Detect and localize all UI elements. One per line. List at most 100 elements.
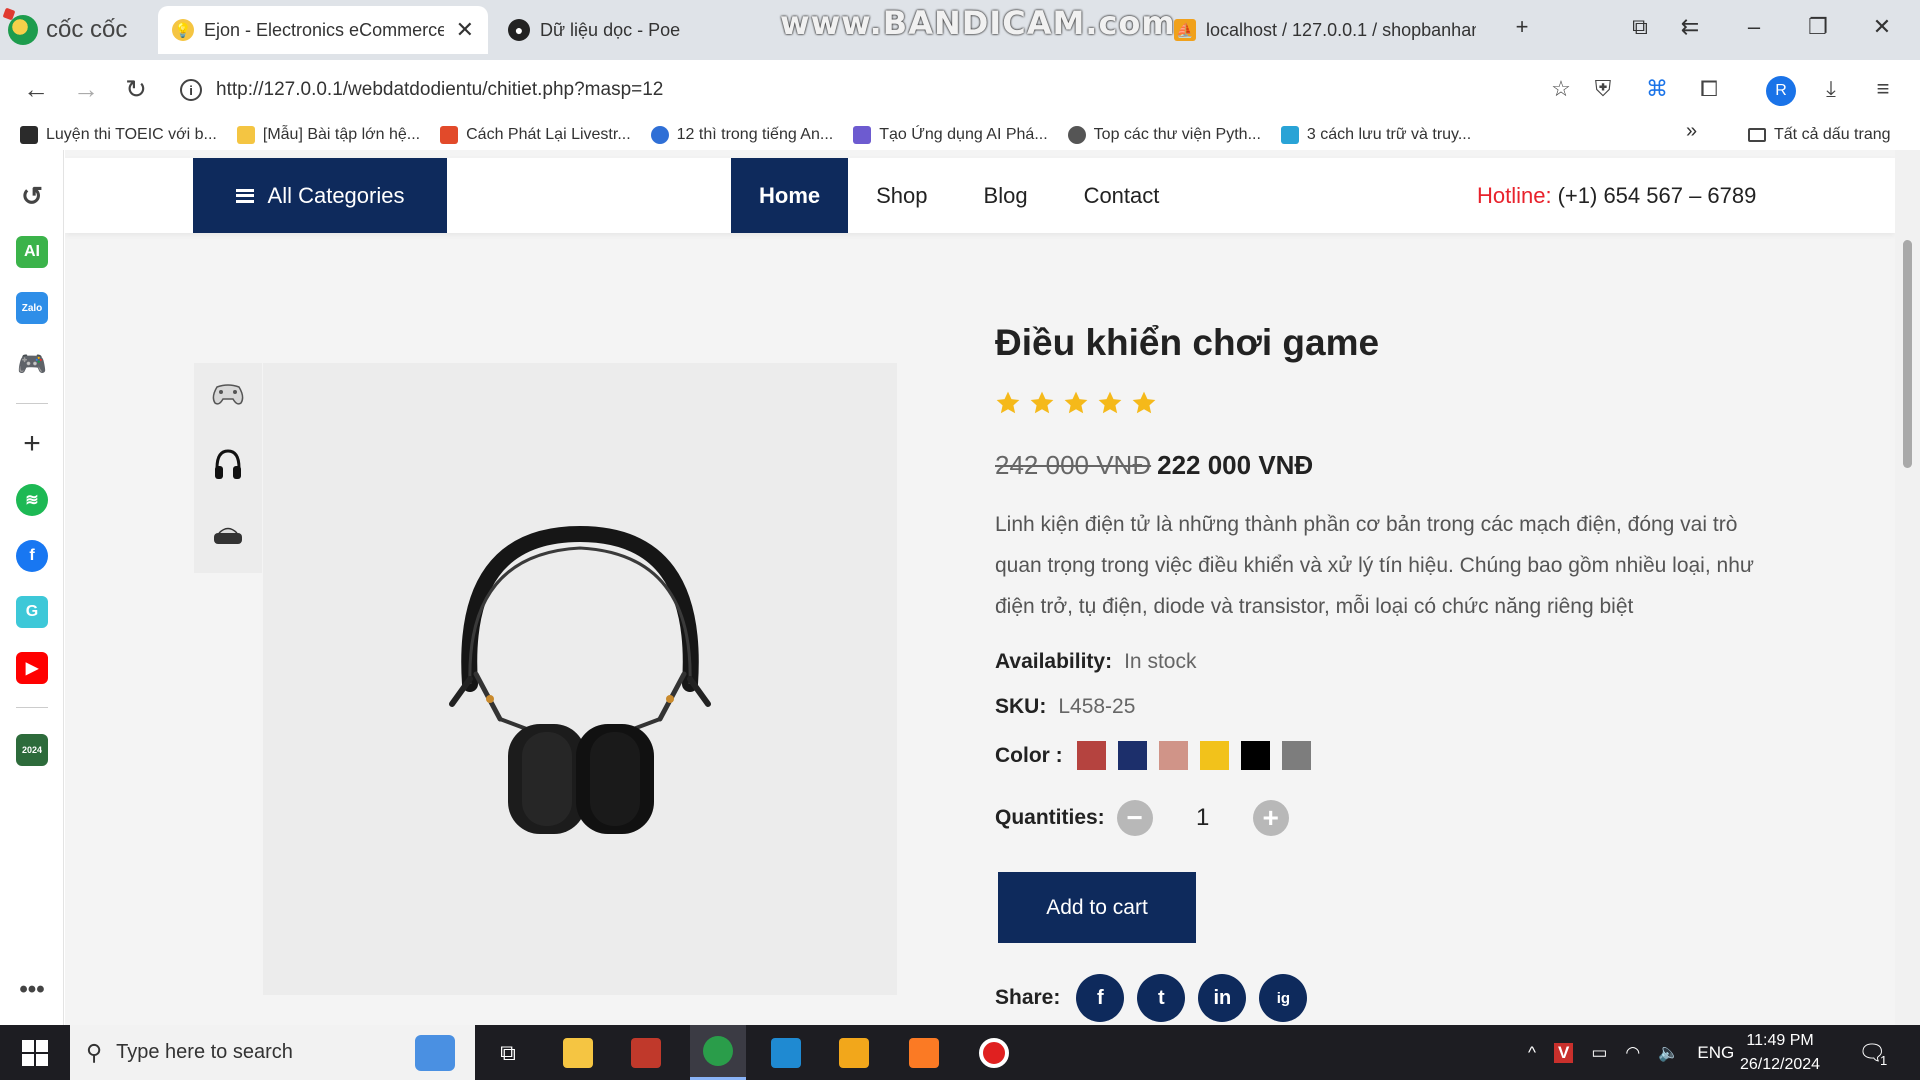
taskbar-search[interactable]: ⚲ Type here to search: [70, 1025, 475, 1080]
menu-icon[interactable]: ≡: [1868, 76, 1898, 102]
shield-icon[interactable]: ⛨: [1588, 76, 1618, 102]
decrease-quantity-button[interactable]: −: [1116, 800, 1153, 836]
history-icon[interactable]: ↺: [16, 180, 48, 212]
spotify-icon[interactable]: ≋: [16, 484, 48, 516]
coccoc-2024-icon[interactable]: 2024: [16, 734, 48, 766]
bookmark-item[interactable]: Luyện thi TOEIC với b...: [20, 126, 217, 144]
browser-brand[interactable]: cốc cốc: [8, 10, 127, 50]
battery-icon[interactable]: ▭: [1591, 1043, 1607, 1063]
microsoft-store-icon[interactable]: [826, 1025, 882, 1080]
app-red-icon[interactable]: [618, 1025, 674, 1080]
bookmark-icon: [650, 126, 669, 144]
scrollbar-thumb[interactable]: [1903, 240, 1912, 468]
bookmark-item[interactable]: Cách Phát Lại Livestr...: [440, 126, 631, 144]
notification-center-icon[interactable]: 🗨 1: [1858, 1025, 1887, 1080]
back-arrows-icon[interactable]: ⇇: [1674, 14, 1706, 40]
add-sidebar-app-icon[interactable]: +: [16, 427, 48, 460]
volume-icon[interactable]: 🔈: [1658, 1043, 1679, 1063]
download-icon[interactable]: ⤓: [1816, 76, 1846, 102]
color-swatch[interactable]: [1281, 741, 1311, 770]
sku-label: SKU:: [995, 695, 1047, 718]
all-bookmarks[interactable]: Tất cả dấu trang: [1748, 120, 1891, 150]
zalo-icon[interactable]: Zalo: [16, 292, 48, 324]
color-label: Color :: [995, 743, 1063, 767]
clock-time: 11:49 PM: [1746, 1032, 1814, 1049]
url-text[interactable]: http://127.0.0.1/webdatdodientu/chitiet.…: [216, 79, 663, 101]
color-swatch[interactable]: [1076, 741, 1106, 770]
browser-brand-name: cốc cốc: [46, 16, 128, 43]
close-tab-icon[interactable]: ✕: [456, 17, 474, 43]
reload-icon[interactable]: ↻: [120, 74, 152, 105]
bookmark-item[interactable]: [Mẫu] Bài tập lớn hệ...: [236, 126, 420, 144]
color-swatch[interactable]: [1117, 741, 1147, 770]
facebook-share-icon[interactable]: f: [1076, 974, 1125, 1022]
twitter-share-icon[interactable]: t: [1137, 974, 1186, 1022]
add-to-cart-button[interactable]: Add to cart: [998, 872, 1196, 943]
task-view-icon[interactable]: ⧉: [480, 1025, 536, 1080]
ai-assistant-icon[interactable]: AI: [16, 236, 48, 268]
close-window-icon[interactable]: ✕: [1866, 14, 1898, 40]
linkedin-share-icon[interactable]: in: [1198, 974, 1247, 1022]
tab-poe[interactable]: ● Dữ liệu dọc - Poe: [494, 6, 754, 54]
availability-row: Availability: In stock: [995, 650, 1196, 674]
vivaldi-tray-icon[interactable]: V: [1553, 1042, 1574, 1063]
xampp-icon[interactable]: [896, 1025, 952, 1080]
color-swatch[interactable]: [1158, 741, 1188, 770]
bookmark-star-icon[interactable]: ☆: [1546, 76, 1576, 102]
translate-icon[interactable]: ⌘: [1642, 76, 1672, 102]
quantity-row: Quantities: − 1 +: [995, 800, 1289, 836]
product-main-image[interactable]: [263, 363, 897, 995]
youtube-icon[interactable]: ▶: [16, 652, 48, 684]
wifi-icon[interactable]: ◠: [1625, 1043, 1640, 1063]
vr-headset-thumbnail[interactable]: [202, 509, 254, 561]
forward-icon[interactable]: →: [70, 74, 102, 105]
bookmark-item[interactable]: Top các thư viện Pyth...: [1067, 126, 1261, 144]
quantity-label: Quantities:: [995, 806, 1105, 829]
file-explorer-icon[interactable]: [550, 1025, 606, 1080]
restore-icon[interactable]: ❐: [1802, 14, 1834, 40]
tab-ejon[interactable]: 💡 Ejon - Electronics eCommerce ✕: [158, 6, 488, 54]
bookmark-icon: [20, 126, 38, 144]
url-bar[interactable]: i http://127.0.0.1/webdatdodientu/chitie…: [180, 70, 1630, 110]
instagram-share-icon[interactable]: ig: [1259, 974, 1308, 1022]
nav-contact[interactable]: Contact: [1056, 158, 1188, 233]
increase-quantity-button[interactable]: +: [1252, 800, 1289, 836]
site-info-icon[interactable]: i: [180, 79, 202, 101]
quantity-value[interactable]: 1: [1165, 804, 1241, 832]
bandicam-record-icon[interactable]: [966, 1025, 1022, 1080]
tray-overflow-icon[interactable]: ^: [1528, 1043, 1536, 1063]
bookmark-item[interactable]: 12 thì trong tiếng An...: [650, 126, 833, 144]
headphone-thumbnail[interactable]: [202, 439, 254, 491]
color-row: Color :: [995, 741, 1311, 770]
tab-search-icon[interactable]: ⧉: [1624, 14, 1656, 40]
star-icon: [1030, 391, 1054, 414]
nav-blog[interactable]: Blog: [956, 158, 1056, 233]
bookmark-item[interactable]: 3 cách lưu trữ và truy...: [1280, 126, 1471, 144]
new-tab-icon[interactable]: +: [1506, 14, 1538, 40]
page-scrollbar[interactable]: [1895, 150, 1920, 1025]
hotline-number[interactable]: (+1) 654 567 – 6789: [1558, 183, 1757, 209]
nav-home[interactable]: Home: [731, 158, 849, 233]
game-controller-icon[interactable]: 🎮: [16, 348, 48, 380]
language-indicator[interactable]: ENG: [1697, 1043, 1734, 1063]
profile-avatar[interactable]: R: [1766, 76, 1796, 106]
facebook-icon[interactable]: f: [16, 540, 48, 572]
coccoc-taskbar-icon[interactable]: [690, 1025, 746, 1080]
color-swatch[interactable]: [1199, 741, 1229, 770]
grammarly-icon[interactable]: G: [16, 596, 48, 628]
gamepad-thumbnail[interactable]: [202, 369, 254, 421]
minimize-icon[interactable]: –: [1738, 14, 1770, 40]
bookmark-item[interactable]: Tạo Ứng dụng AI Phá...: [853, 126, 1048, 144]
color-swatch[interactable]: [1240, 741, 1270, 770]
back-icon[interactable]: ←: [20, 74, 52, 105]
all-categories-button[interactable]: All Categories: [193, 158, 447, 233]
taskbar-clock[interactable]: 11:49 PM 26/12/2024: [1740, 1029, 1820, 1077]
bookmarks-overflow-icon[interactable]: »: [1686, 120, 1697, 143]
extensions-icon[interactable]: ⧠: [1694, 76, 1724, 102]
windows-start-icon[interactable]: [22, 1040, 48, 1066]
tab-phpmyadmin[interactable]: ⛵ localhost / 127.0.0.1 / shopbanhang: [1160, 6, 1490, 54]
nav-shop[interactable]: Shop: [848, 158, 955, 233]
more-options-icon[interactable]: •••: [16, 974, 48, 1006]
vscode-icon[interactable]: [758, 1025, 814, 1080]
poe-icon: ●: [508, 19, 530, 41]
